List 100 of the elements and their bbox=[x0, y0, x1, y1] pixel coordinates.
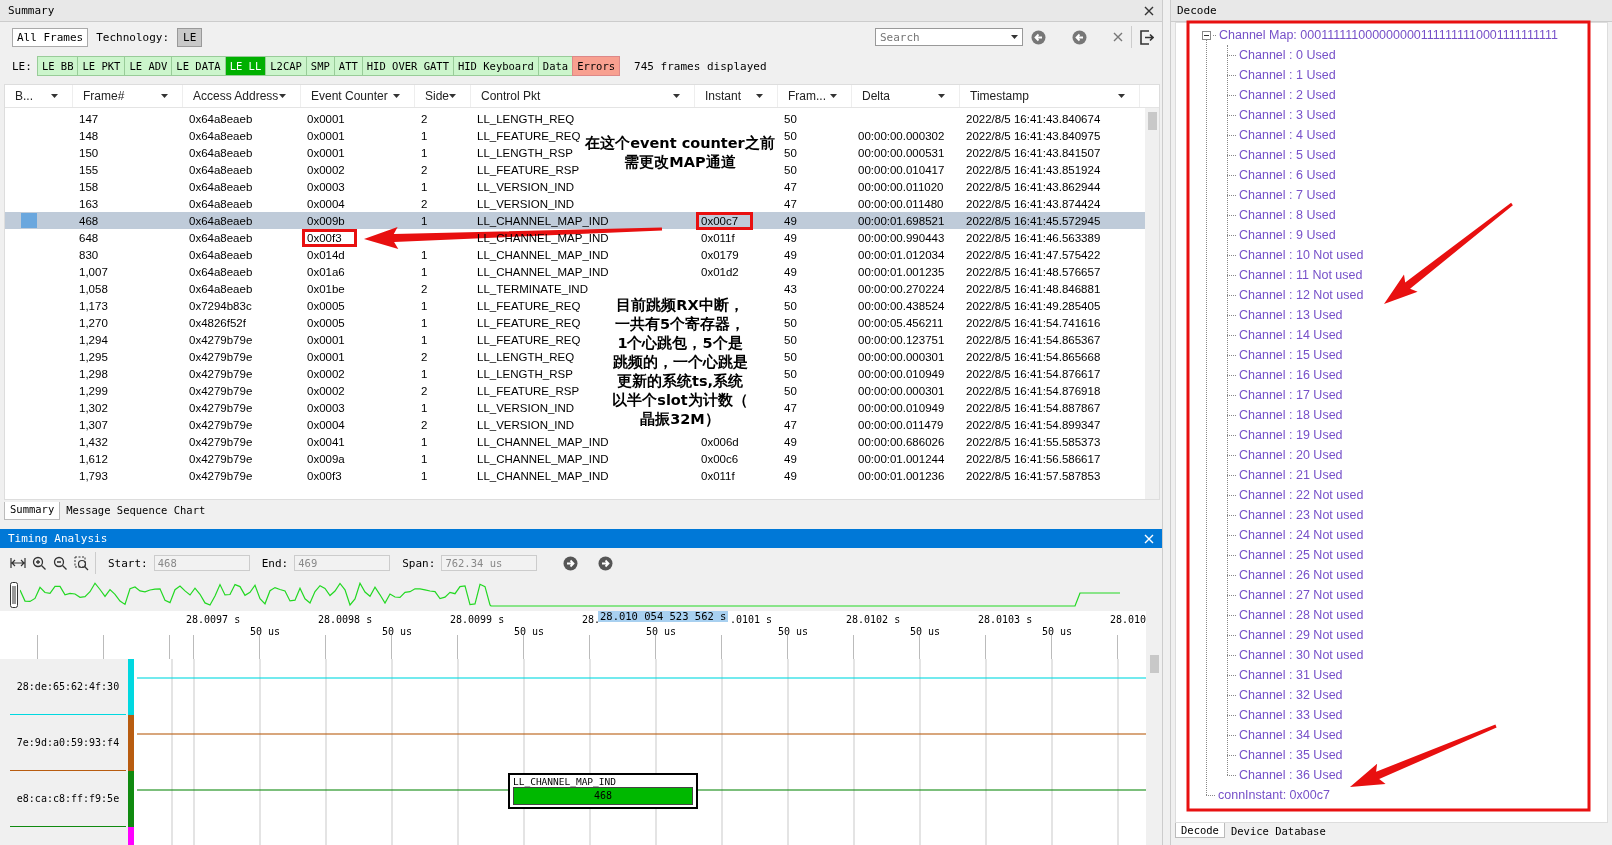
column-header[interactable]: B... bbox=[5, 85, 73, 107]
tree-item[interactable]: Channel : 2 Used bbox=[1239, 88, 1336, 102]
tree-item[interactable]: Channel : 9 Used bbox=[1239, 228, 1336, 242]
tree-item[interactable]: Channel : 1 Used bbox=[1239, 68, 1336, 82]
tree-item[interactable]: Channel : 36 Used bbox=[1239, 768, 1343, 782]
filter-chip[interactable]: HID OVER GATT bbox=[361, 56, 454, 76]
table-cell: 00:00:01.012034 bbox=[858, 248, 945, 261]
time-label: 50 us bbox=[778, 626, 809, 637]
filter-chip[interactable]: SMP bbox=[305, 56, 335, 76]
tree-item[interactable]: Channel : 10 Not used bbox=[1239, 248, 1364, 262]
input-field[interactable]: 469 bbox=[294, 555, 391, 571]
table-cell: 2022/8/5 16:41:55.585373 bbox=[966, 435, 1101, 448]
filter-chip[interactable]: LE DATA bbox=[171, 56, 226, 76]
zoom-in-icon[interactable] bbox=[32, 555, 47, 571]
filter-chip[interactable]: LE ADV bbox=[124, 56, 173, 76]
filter-chip[interactable]: LE PKT bbox=[77, 56, 126, 76]
filter-chip[interactable]: Errors bbox=[572, 56, 621, 76]
close-icon[interactable] bbox=[1144, 5, 1154, 16]
tree-item[interactable]: Channel : 18 Used bbox=[1239, 408, 1343, 422]
column-header[interactable]: Control Pkt bbox=[471, 85, 695, 107]
table-cell: 1,298 bbox=[79, 367, 108, 380]
tree-item[interactable]: Channel : 20 Used bbox=[1239, 448, 1343, 462]
tree-item[interactable]: Channel : 21 Used bbox=[1239, 468, 1343, 482]
tree-item[interactable]: Channel : 33 Used bbox=[1239, 708, 1343, 722]
search-field[interactable]: Search bbox=[875, 28, 1023, 46]
tree-item[interactable]: Channel : 28 Not used bbox=[1239, 608, 1364, 622]
table-cell: 00:00:00.990443 bbox=[858, 231, 945, 244]
column-header[interactable]: Event Counter bbox=[301, 85, 415, 107]
next-icon[interactable] bbox=[598, 555, 614, 571]
tree-item[interactable]: Channel : 11 Not used bbox=[1239, 268, 1363, 282]
previous-icon[interactable] bbox=[563, 555, 579, 571]
tree-item[interactable]: Channel : 29 Not used bbox=[1239, 628, 1364, 642]
tree-item[interactable]: Channel : 23 Not used bbox=[1239, 508, 1364, 522]
tree-item[interactable]: Channel : 14 Used bbox=[1239, 328, 1343, 342]
table-cell: LL_VERSION_IND bbox=[477, 180, 575, 193]
packet-name: LL_CHANNEL_MAP_IND bbox=[513, 776, 617, 787]
tree-item[interactable]: Channel : 22 Not used bbox=[1239, 488, 1364, 502]
table-cell: 0x0004 bbox=[307, 197, 345, 210]
tree-item[interactable]: Channel : 5 Used bbox=[1239, 148, 1336, 162]
technology-value[interactable]: LE bbox=[177, 27, 203, 47]
column-header[interactable]: Access Address bbox=[183, 85, 301, 107]
back-icon[interactable] bbox=[1031, 29, 1046, 45]
tree-item[interactable]: Channel : 8 Used bbox=[1239, 208, 1336, 222]
table-cell: LL_CHANNEL_MAP_IND bbox=[477, 214, 609, 227]
tree-item[interactable]: Channel : 16 Used bbox=[1239, 368, 1343, 382]
tree-item[interactable]: Channel : 12 Not used bbox=[1239, 288, 1364, 302]
tree-item[interactable]: Channel : 19 Used bbox=[1239, 428, 1343, 442]
tree-item[interactable]: Channel : 17 Used bbox=[1239, 388, 1343, 402]
panel-tab[interactable]: Summary bbox=[4, 502, 61, 520]
collapse-icon[interactable] bbox=[1202, 30, 1211, 40]
tree-item[interactable]: Channel : 24 Not used bbox=[1239, 528, 1364, 542]
filter-chip[interactable]: ATT bbox=[333, 56, 363, 76]
input-field[interactable]: 468 bbox=[153, 555, 250, 571]
tree-item[interactable]: Channel : 25 Not used bbox=[1239, 548, 1364, 562]
column-header[interactable]: Instant bbox=[695, 85, 778, 107]
column-header[interactable]: Frame# bbox=[73, 85, 183, 107]
export-icon[interactable] bbox=[1140, 29, 1154, 45]
table-cell: 0x4279b79e bbox=[189, 452, 253, 465]
table-cell: 1 bbox=[421, 265, 428, 278]
tree-item[interactable]: Channel : 34 Used bbox=[1239, 728, 1343, 742]
filter-chip[interactable]: L2CAP bbox=[265, 56, 307, 76]
tree-item[interactable]: Channel : 7 Used bbox=[1239, 188, 1336, 202]
tree-item[interactable]: Channel Map: 0001111110000000001111111110001111111111 bbox=[1219, 28, 1558, 42]
tree-item[interactable]: Channel : 35 Used bbox=[1239, 748, 1343, 762]
column-header[interactable]: Delta bbox=[852, 85, 960, 107]
column-header[interactable]: Timestamp bbox=[960, 85, 1140, 107]
filter-chip[interactable]: LE BB bbox=[36, 56, 79, 76]
tree-item[interactable]: Channel : 30 Not used bbox=[1239, 648, 1364, 662]
table-cell: 2022/8/5 16:41:54.887867 bbox=[966, 401, 1101, 414]
zoom-selection-icon[interactable] bbox=[74, 555, 89, 571]
table-cell: 00:00:01.001236 bbox=[858, 469, 945, 482]
table-cell: 2022/8/5 16:41:54.865668 bbox=[966, 350, 1101, 363]
tree-item[interactable]: Channel : 31 Used bbox=[1239, 668, 1343, 682]
tree-item[interactable]: Channel : 15 Used bbox=[1239, 348, 1343, 362]
tree-item[interactable]: connInstant: 0x00c7 bbox=[1218, 788, 1330, 802]
scrollbar-thumb[interactable] bbox=[1149, 655, 1159, 673]
column-header[interactable]: Side bbox=[415, 85, 471, 107]
tree-item[interactable]: Channel : 6 Used bbox=[1239, 168, 1336, 182]
all-frames-button[interactable]: All Frames bbox=[12, 27, 89, 47]
range-handle-icon[interactable] bbox=[10, 581, 18, 608]
tree-item[interactable]: Channel : 3 Used bbox=[1239, 108, 1336, 122]
tree-item[interactable]: Channel : 0 Used bbox=[1239, 48, 1336, 62]
zoom-out-icon[interactable] bbox=[53, 555, 68, 571]
packet-block[interactable]: LL_CHANNEL_MAP_IND 468 bbox=[508, 773, 698, 809]
column-header[interactable]: Fram... bbox=[778, 85, 852, 107]
fit-width-icon[interactable] bbox=[10, 557, 26, 569]
tree-item[interactable]: Channel : 26 Not used bbox=[1239, 568, 1364, 582]
tree-item[interactable]: Channel : 13 Used bbox=[1239, 308, 1343, 322]
tree-item[interactable]: Channel : 27 Not used bbox=[1239, 588, 1364, 602]
panel-tab[interactable]: Decode bbox=[1175, 823, 1225, 838]
tree-item[interactable]: Channel : 4 Used bbox=[1239, 128, 1336, 142]
input-field[interactable]: 762.34 us bbox=[441, 555, 538, 571]
filter-chip[interactable]: HID Keyboard bbox=[452, 56, 539, 76]
scrollbar-thumb[interactable] bbox=[1147, 112, 1157, 130]
scrollbar[interactable] bbox=[1145, 108, 1159, 499]
table-cell: 00:00:00.686026 bbox=[858, 435, 945, 448]
filter-chip[interactable]: Data bbox=[537, 56, 574, 76]
tree-item[interactable]: Channel : 32 Used bbox=[1239, 688, 1343, 702]
table-cell: 0x64a8eaeb bbox=[189, 214, 253, 227]
table-cell: 0x4279b79e bbox=[189, 435, 253, 448]
